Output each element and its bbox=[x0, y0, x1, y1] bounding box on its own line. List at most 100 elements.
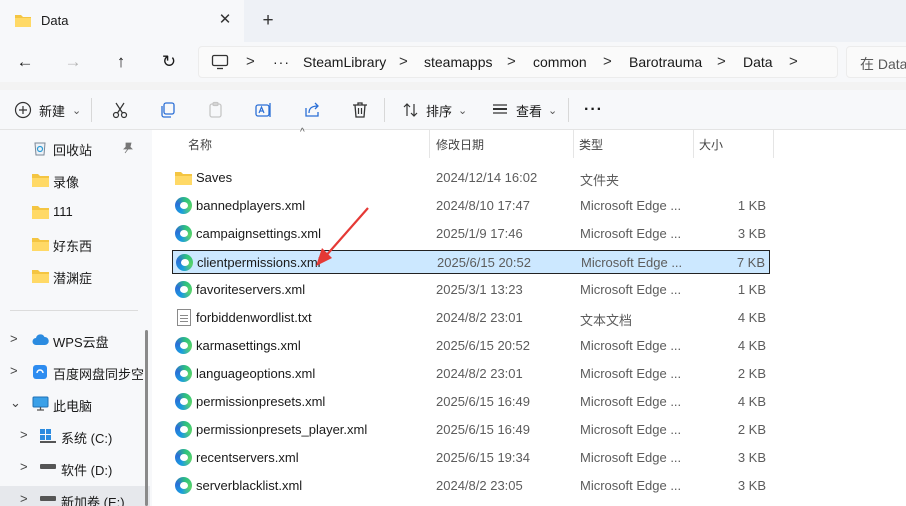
breadcrumb-common[interactable]: common bbox=[533, 54, 587, 70]
sidebar-item-qianyuanzheng[interactable]: 潜渊症 bbox=[0, 262, 150, 290]
column-divider[interactable] bbox=[693, 130, 694, 158]
sidebar-item-label: 录像 bbox=[53, 175, 80, 190]
sidebar-item-label: 软件 (D:) bbox=[61, 463, 113, 478]
breadcrumb-more[interactable]: ··· bbox=[273, 54, 290, 70]
column-divider[interactable] bbox=[773, 130, 774, 158]
sidebar-item-this-pc[interactable]: ⌄ 此电脑 bbox=[0, 390, 150, 418]
column-divider[interactable] bbox=[573, 130, 574, 158]
table-row[interactable]: clientpermissions.xml 2025/6/15 20:52 Micr… bbox=[172, 250, 770, 274]
sidebar-item-haodongxi[interactable]: 好东西 bbox=[0, 230, 150, 258]
more-options-button[interactable]: ··· bbox=[584, 98, 603, 122]
breadcrumb-barotrauma[interactable]: Barotrauma bbox=[629, 54, 702, 70]
column-header-size[interactable]: 大小 bbox=[699, 136, 723, 153]
table-row[interactable]: serverblacklist.xml 2024/8/2 23:05 Microso… bbox=[172, 474, 770, 498]
column-header-type[interactable]: 类型 bbox=[579, 136, 603, 153]
file-size: 3 KB bbox=[737, 450, 766, 465]
file-list: ^ 名称 修改日期 类型 大小 Saves 2024/12/14 16:02 文件夹… bbox=[152, 127, 906, 506]
file-name: favoriteservers.xml bbox=[196, 282, 306, 297]
search-placeholder: 在 Data bbox=[860, 56, 906, 72]
tab-data[interactable]: Data ✕ bbox=[0, 0, 244, 42]
file-size: 3 KB bbox=[737, 226, 766, 241]
delete-icon[interactable] bbox=[350, 100, 370, 120]
column-header-name[interactable]: 名称 bbox=[188, 136, 212, 153]
chevron-right-icon[interactable]: > bbox=[10, 363, 18, 378]
up-button[interactable]: ↑ bbox=[108, 50, 134, 74]
table-row[interactable]: campaignsettings.xml 2025/1/9 17:46 Micros… bbox=[172, 222, 770, 246]
table-row[interactable]: recentservers.xml 2025/6/15 19:34 Microsof… bbox=[172, 446, 770, 470]
file-modified: 2025/6/15 20:52 bbox=[436, 338, 530, 353]
table-row[interactable]: bannedplayers.xml 2024/8/10 17:47 Microsof… bbox=[172, 194, 770, 218]
cut-icon[interactable] bbox=[110, 100, 130, 120]
column-header-row: ^ 名称 修改日期 类型 大小 bbox=[152, 127, 906, 158]
sidebar-item-111[interactable]: 111 bbox=[0, 198, 150, 226]
back-button[interactable]: ← bbox=[12, 50, 38, 74]
sidebar-item-recycle-bin[interactable]: 回收站 bbox=[0, 134, 150, 162]
breadcrumb-steamapps[interactable]: steamapps bbox=[424, 54, 492, 70]
chevron-right-icon[interactable]: > bbox=[20, 459, 28, 474]
sidebar-item-luxiang[interactable]: 录像 bbox=[0, 166, 150, 194]
new-button[interactable]: 新建 ⌄ bbox=[14, 98, 81, 122]
file-type: Microsoft Edge ... bbox=[580, 450, 682, 465]
table-row[interactable]: forbiddenwordlist.txt 2024/8/2 23:01 文本文档 4… bbox=[172, 306, 770, 330]
edge-icon bbox=[175, 365, 192, 382]
paste-icon[interactable] bbox=[206, 100, 226, 120]
monitor-icon bbox=[32, 396, 49, 411]
column-divider[interactable] bbox=[429, 130, 430, 158]
view-button[interactable]: 查看 ⌄ bbox=[491, 98, 557, 122]
breadcrumb-steamlibrary[interactable]: SteamLibrary bbox=[303, 54, 386, 70]
tab-title: Data bbox=[41, 13, 69, 28]
table-row[interactable]: favoriteservers.xml 2025/3/1 13:23 Microso… bbox=[172, 278, 770, 302]
sidebar-scrollbar[interactable] bbox=[145, 330, 148, 506]
new-tab-button[interactable]: + bbox=[256, 10, 280, 32]
chevron-right-icon[interactable]: > bbox=[20, 427, 28, 442]
chevron-right-icon[interactable]: > bbox=[10, 331, 18, 346]
table-row[interactable]: permissionpresets_player.xml 2025/6/15 16… bbox=[172, 418, 770, 442]
table-row[interactable]: karmasettings.xml 2025/6/15 20:52 Microsof… bbox=[172, 334, 770, 358]
column-header-modified[interactable]: 修改日期 bbox=[436, 136, 484, 153]
command-bar: 新建 ⌄ 排序 ⌄ 查看 ⌄ ··· bbox=[0, 90, 906, 130]
windows-drive-icon bbox=[40, 429, 56, 443]
file-name: Saves bbox=[196, 170, 233, 185]
close-icon[interactable]: ✕ bbox=[215, 10, 235, 30]
pin-icon[interactable] bbox=[122, 142, 134, 154]
chevron-right-icon[interactable]: > bbox=[20, 491, 28, 506]
chevron-down-icon: ⌄ bbox=[548, 104, 558, 117]
sidebar-item-label: 系统 (C:) bbox=[61, 431, 113, 446]
file-type: 文件夹 bbox=[580, 173, 620, 188]
file-modified: 2024/8/2 23:01 bbox=[436, 310, 523, 325]
table-row[interactable]: languageoptions.xml 2024/8/2 23:01 Microso… bbox=[172, 362, 770, 386]
folder-icon bbox=[32, 174, 49, 187]
sort-button[interactable]: 排序 ⌄ bbox=[402, 98, 467, 122]
address-bar[interactable]: > ··· SteamLibrary > steamapps > common … bbox=[198, 46, 838, 78]
file-type: Microsoft Edge ... bbox=[580, 338, 682, 353]
sidebar-item-baidu-sync[interactable]: > 百度网盘同步空 bbox=[0, 358, 150, 386]
chevron-down-icon: ⌄ bbox=[458, 104, 468, 117]
breadcrumb-separator: > bbox=[246, 53, 255, 70]
file-modified: 2024/8/10 17:47 bbox=[436, 198, 530, 213]
search-input[interactable]: 在 Data bbox=[846, 46, 906, 78]
file-size: 1 KB bbox=[737, 282, 766, 297]
sidebar-item-wps-cloud[interactable]: > WPS云盘 bbox=[0, 326, 150, 354]
file-modified: 2024/12/14 16:02 bbox=[436, 170, 538, 185]
breadcrumb-separator: > bbox=[789, 53, 798, 70]
folder-icon bbox=[32, 206, 49, 219]
folder-icon bbox=[175, 169, 192, 186]
refresh-button[interactable]: ↻ bbox=[156, 50, 182, 74]
breadcrumb-separator: > bbox=[717, 53, 726, 70]
sidebar-item-label: 潜渊症 bbox=[53, 271, 93, 286]
chevron-down-icon[interactable]: ⌄ bbox=[10, 395, 21, 411]
address-row: ← → ↑ ↻ > ··· SteamLibrary > steamapps >… bbox=[0, 42, 906, 82]
rename-icon[interactable] bbox=[254, 100, 274, 120]
tab-bar: Data ✕ + bbox=[0, 0, 906, 42]
sidebar-item-drive-d[interactable]: > 软件 (D:) bbox=[0, 454, 150, 482]
share-icon[interactable] bbox=[302, 100, 322, 120]
copy-icon[interactable] bbox=[158, 100, 178, 120]
breadcrumb-data[interactable]: Data bbox=[743, 54, 773, 70]
file-type: Microsoft Edge ... bbox=[580, 394, 682, 409]
cloud-icon bbox=[32, 334, 49, 345]
forward-button[interactable]: → bbox=[60, 50, 86, 74]
table-row[interactable]: permissionpresets.xml 2025/6/15 16:49 Micr… bbox=[172, 390, 770, 414]
sidebar-item-drive-c[interactable]: > 系统 (C:) bbox=[0, 422, 150, 450]
sidebar-item-drive-e[interactable]: > 新加卷 (E:) bbox=[0, 486, 150, 506]
table-row[interactable]: Saves 2024/12/14 16:02 文件夹 bbox=[172, 166, 770, 190]
